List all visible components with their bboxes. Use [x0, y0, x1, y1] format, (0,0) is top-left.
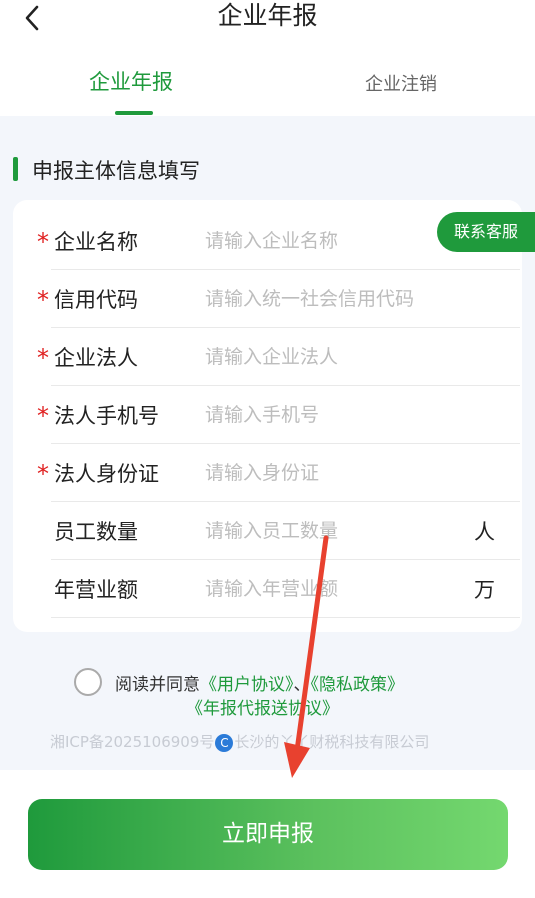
agreement-prefix: 阅读并同意 — [115, 675, 200, 695]
field-label: 年营业额 — [54, 578, 138, 602]
field-label: 法人身份证 — [54, 462, 159, 486]
required-marker: * — [37, 460, 49, 488]
unit-label: 万 — [474, 578, 495, 602]
required-marker: * — [37, 228, 49, 256]
section-accent-bar — [13, 157, 18, 181]
employee-count-input[interactable] — [205, 514, 455, 548]
form-row-phone: * 法人手机号 — [37, 386, 520, 444]
credit-code-input[interactable] — [205, 282, 455, 316]
field-label: 企业法人 — [54, 346, 138, 370]
required-marker: * — [37, 286, 49, 314]
field-label: 法人手机号 — [54, 404, 159, 428]
top-header: 企业年报 — [0, 0, 535, 48]
agree-checkbox[interactable] — [74, 668, 102, 696]
tab-annual-report[interactable]: 企业年报 — [89, 66, 173, 96]
active-tab-indicator — [115, 111, 153, 115]
icp-footer: 湘ICP备2025106909号 C 长沙的丫丫财税科技有限公司 — [50, 731, 429, 752]
section-title: 申报主体信息填写 — [32, 159, 200, 183]
field-label: 员工数量 — [54, 520, 138, 544]
form-row-revenue: 年营业额 万 — [51, 560, 520, 618]
form-row-employee-count: 员工数量 人 — [51, 502, 520, 560]
privacy-policy-link[interactable]: 《隐私政策》 — [311, 675, 405, 695]
field-label: 信用代码 — [54, 288, 138, 312]
tab-deregistration[interactable]: 企业注销 — [365, 70, 437, 96]
required-marker: * — [37, 344, 49, 372]
page-title: 企业年报 — [217, 1, 318, 30]
icp-number: 湘ICP备2025106909号 — [50, 733, 215, 751]
tab-bar: 企业年报 企业注销 — [0, 48, 535, 116]
form-card: * 企业名称 * 信用代码 * 企业法人 * 法人手机号 * 法人身份证 员工数… — [13, 200, 522, 632]
company-name: 长沙的丫丫财税科技有限公司 — [234, 733, 430, 751]
contact-support-button[interactable]: 联系客服 — [437, 212, 535, 252]
agreement-text: 阅读并同意《用户协议》、《隐私政策》 — [115, 670, 404, 695]
copyright-icon: C — [215, 733, 234, 752]
id-card-input[interactable] — [205, 456, 455, 490]
agreement-separator: 、 — [293, 675, 311, 695]
company-name-input[interactable] — [205, 224, 455, 258]
required-marker: * — [37, 402, 49, 430]
phone-input[interactable] — [205, 398, 455, 432]
form-row-legal-person: * 企业法人 — [37, 328, 520, 386]
legal-person-input[interactable] — [205, 340, 455, 374]
report-agreement-link[interactable]: 《年报代报送协议》 — [186, 694, 339, 719]
unit-label: 人 — [474, 520, 495, 544]
submit-button[interactable]: 立即申报 — [28, 799, 508, 870]
form-row-id-card: * 法人身份证 — [37, 444, 520, 502]
user-agreement-link[interactable]: 《用户协议》 — [200, 675, 294, 695]
form-row-credit-code: * 信用代码 — [37, 270, 520, 328]
revenue-input[interactable] — [205, 572, 455, 606]
field-label: 企业名称 — [54, 230, 138, 254]
